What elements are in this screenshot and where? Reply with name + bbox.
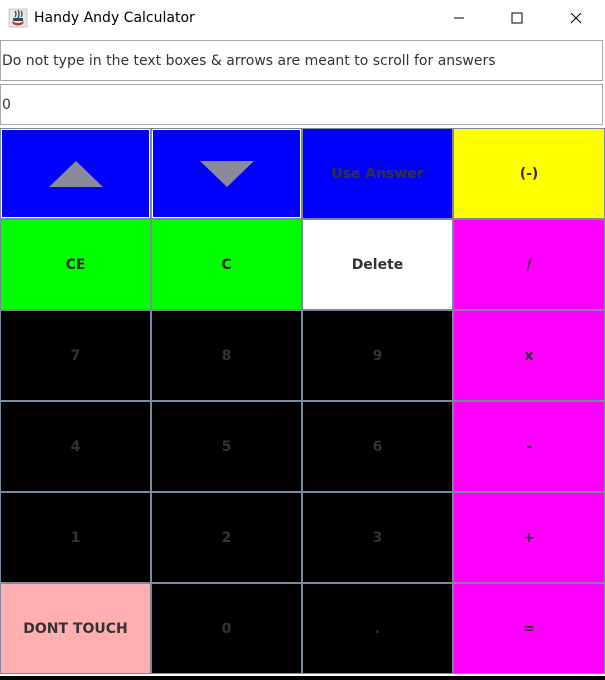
digit-6-button[interactable]: 6 [302, 401, 453, 492]
dont-touch-button[interactable]: DONT TOUCH [0, 583, 151, 674]
negate-button[interactable]: (-) [453, 128, 605, 219]
scroll-down-button[interactable] [151, 128, 302, 219]
instructions-field[interactable]: Do not type in the text boxes & arrows a… [0, 40, 603, 81]
java-cup-icon [8, 8, 28, 28]
clear-button[interactable]: C [151, 219, 302, 310]
digit-8-button[interactable]: 8 [151, 310, 302, 401]
calculator-window: Handy Andy Calculator Do not type in the… [0, 0, 605, 680]
title-bar: Handy Andy Calculator [0, 0, 605, 36]
digit-0-button[interactable]: 0 [151, 583, 302, 674]
delete-button[interactable]: Delete [302, 219, 453, 310]
close-icon [570, 12, 582, 24]
digit-2-button[interactable]: 2 [151, 492, 302, 583]
equals-button[interactable]: = [453, 583, 605, 674]
subtract-button[interactable]: - [453, 401, 605, 492]
up-arrow-icon [48, 160, 103, 187]
minimize-button[interactable] [430, 0, 488, 36]
close-button[interactable] [547, 0, 605, 36]
digit-5-button[interactable]: 5 [151, 401, 302, 492]
digit-4-button[interactable]: 4 [0, 401, 151, 492]
digit-1-button[interactable]: 1 [0, 492, 151, 583]
digit-9-button[interactable]: 9 [302, 310, 453, 401]
clear-entry-button[interactable]: CE [0, 219, 151, 310]
maximize-icon [511, 12, 523, 24]
keypad: Use Answer (-) CE C Delete / 7 8 9 x 4 5… [0, 128, 605, 680]
minimize-icon [454, 17, 464, 19]
answer-display-field[interactable]: 0 [0, 84, 603, 125]
digit-7-button[interactable]: 7 [0, 310, 151, 401]
add-button[interactable]: + [453, 492, 605, 583]
use-answer-button[interactable]: Use Answer [302, 128, 453, 219]
down-arrow-icon [199, 160, 254, 187]
window-bottom-edge [0, 676, 605, 680]
multiply-button[interactable]: x [453, 310, 605, 401]
decimal-button[interactable]: . [302, 583, 453, 674]
divide-button[interactable]: / [453, 219, 605, 310]
window-title: Handy Andy Calculator [34, 10, 195, 26]
scroll-up-button[interactable] [0, 128, 151, 219]
digit-3-button[interactable]: 3 [302, 492, 453, 583]
maximize-button[interactable] [488, 0, 546, 36]
